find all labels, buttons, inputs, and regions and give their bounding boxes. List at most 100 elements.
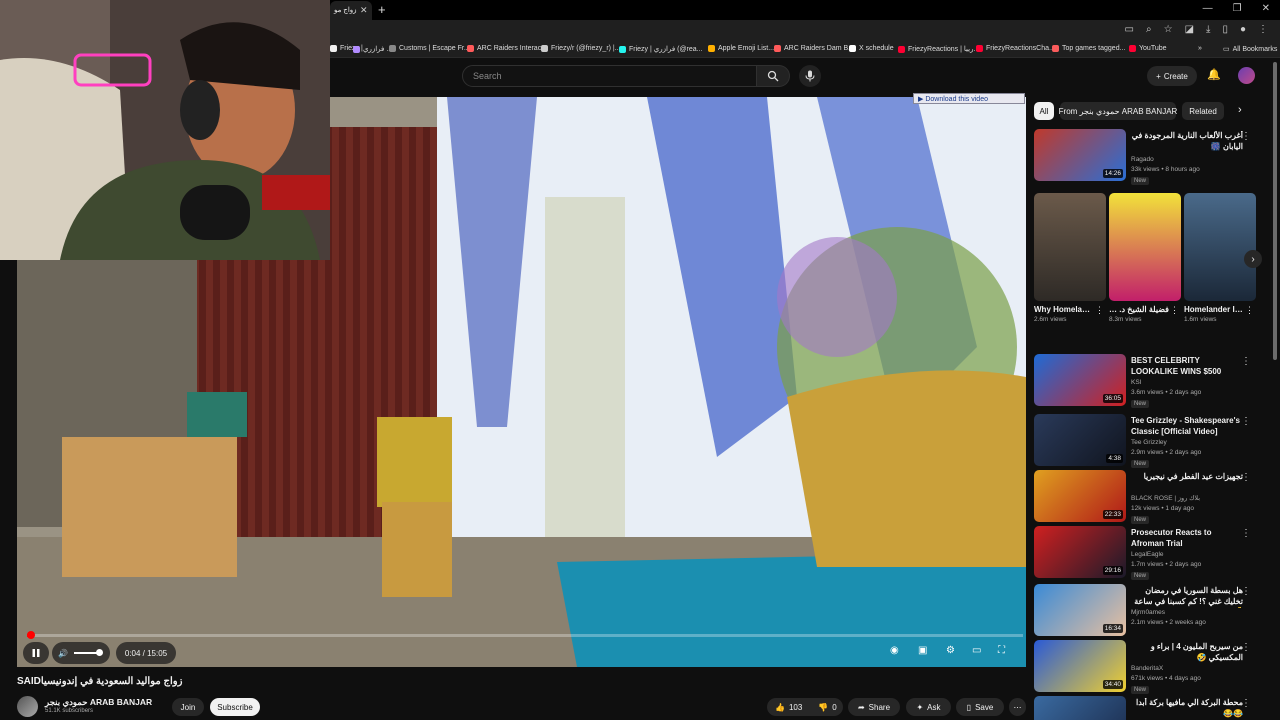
settings-gear-icon[interactable]: ⚙	[946, 645, 955, 656]
tab-close-icon[interactable]: ✕	[360, 5, 368, 16]
volume-slider[interactable]	[73, 649, 103, 656]
short-title[interactable]: فضيلة الشيخ د. عبدالله الجهني ...	[1109, 305, 1169, 314]
recommendation-item[interactable]: 36:05 BEST CELEBRITY LOOKALIKE WINS $500 K…	[1034, 354, 1260, 410]
recommendation-title[interactable]: Tee Grizzley - Shakespeare's Classic [Of…	[1131, 416, 1243, 437]
bookmark-item[interactable]: FriezyReactions | رييا...	[898, 45, 979, 53]
bookmark-item[interactable]: Apple Emoji List...	[708, 45, 774, 52]
recommendation-channel[interactable]: BanderitaX	[1131, 664, 1243, 675]
cast-icon[interactable]: ▭	[1125, 24, 1134, 35]
chip-from-channel[interactable]: From حمودي بنجر ARAB BANJAR	[1059, 102, 1177, 120]
autoplay-toggle[interactable]: ◉	[890, 645, 899, 656]
search-button[interactable]	[757, 65, 790, 87]
profile-icon[interactable]: ●	[1240, 24, 1246, 35]
short-thumbnail[interactable]	[1034, 193, 1106, 301]
sidebar-icon[interactable]: ▯	[1222, 24, 1228, 35]
recommendation-item[interactable]: 14:26 أغرب الألعاب النارية المرجودة في ا…	[1034, 129, 1260, 185]
more-options-icon[interactable]: ⋮	[1241, 698, 1251, 709]
recommendation-title[interactable]: من سيربح المليون 4 | براء و المكسيكي 🤣	[1131, 642, 1243, 663]
maximize-icon[interactable]: ❐	[1233, 3, 1242, 14]
account-avatar[interactable]	[1238, 67, 1255, 84]
bookmark-item[interactable]: FriezyReactionsCha...	[976, 45, 1055, 52]
recommendation-item[interactable]: 34:40 من سيربح المليون 4 | براء و المكسيك…	[1034, 640, 1260, 696]
bookmark-item[interactable]: Friezy | فرازري (@rea...	[619, 45, 703, 53]
short-thumbnail[interactable]	[1184, 193, 1256, 301]
chip-related[interactable]: Related	[1182, 102, 1224, 120]
recommendation-item[interactable]: 16:34 هل بسطة السوريا في رمضان تخليك غني …	[1034, 584, 1260, 640]
volume-control[interactable]: 🔊	[52, 642, 110, 664]
menu-icon[interactable]: ⋮	[1258, 24, 1268, 35]
short-item[interactable]: Why Homelander... 2.6m views ⋮	[1034, 193, 1106, 323]
minimize-icon[interactable]: —	[1203, 3, 1213, 14]
save-button[interactable]: ▯ Save	[956, 698, 1004, 716]
more-options-icon[interactable]: ⋮	[1241, 356, 1251, 367]
theater-mode-icon[interactable]: ▭	[972, 645, 981, 656]
subscribe-button[interactable]: Subscribe	[210, 698, 260, 716]
recommendation-title[interactable]: BEST CELEBRITY LOOKALIKE WINS $500	[1131, 356, 1243, 377]
short-title[interactable]: Why Homelander...	[1034, 305, 1094, 314]
more-options-icon[interactable]: ⋮	[1241, 131, 1251, 142]
more-options-icon[interactable]: ⋮	[1241, 586, 1251, 597]
close-window-icon[interactable]: ✕	[1262, 3, 1270, 14]
recommendation-thumbnail[interactable]: 14:26	[1034, 129, 1126, 181]
recommendation-thumbnail[interactable]	[1034, 696, 1126, 720]
more-options-icon[interactable]: ⋮	[1170, 305, 1179, 316]
recommendation-channel[interactable]: KSI	[1131, 378, 1243, 389]
zoom-icon[interactable]: ⌕	[1146, 24, 1152, 35]
more-actions-icon[interactable]: ⋯	[1009, 698, 1026, 716]
extensions-icon[interactable]: ◪	[1185, 24, 1194, 35]
fullscreen-icon[interactable]: ⛶	[998, 645, 1005, 656]
recommendation-channel[interactable]: Ragado	[1131, 155, 1243, 166]
more-options-icon[interactable]: ⋮	[1241, 528, 1251, 539]
recommendation-title[interactable]: أغرب الألعاب النارية المرجودة في اليابان…	[1131, 131, 1243, 152]
bookmark-item[interactable]: ARC Raiders Dam B...	[774, 45, 854, 52]
all-bookmarks[interactable]: ▭ All Bookmarks	[1223, 45, 1277, 54]
channel-avatar[interactable]	[17, 696, 38, 717]
download-banner[interactable]: ▶ Download this video	[913, 93, 1025, 104]
chips-next-icon[interactable]: ›	[1238, 104, 1242, 116]
new-tab-icon[interactable]: +	[378, 2, 386, 17]
bookmark-star-icon[interactable]: ☆	[1164, 24, 1173, 35]
recommendation-title[interactable]: تجهيزات عيد الفطر في نيجيريا	[1131, 472, 1243, 483]
shorts-next-icon[interactable]: ›	[1244, 250, 1262, 268]
recommendation-item[interactable]: 22:33 تجهيزات عيد الفطر في نيجيريا BLACK R…	[1034, 470, 1260, 526]
more-options-icon[interactable]: ⋮	[1241, 416, 1251, 427]
notifications-bell-icon[interactable]: 🔔	[1207, 68, 1221, 81]
recommendation-title[interactable]: محطة البركة الي مافيها بركة أبدا 😂😂	[1131, 698, 1243, 719]
subtitles-icon[interactable]: ▣	[918, 645, 927, 656]
bookmark-item[interactable]: X schedule	[849, 45, 894, 52]
more-options-icon[interactable]: ⋮	[1241, 472, 1251, 483]
short-item[interactable]: فضيلة الشيخ د. عبدالله الجهني ... 8.3m v…	[1109, 193, 1181, 323]
recommendation-thumbnail[interactable]: 34:40	[1034, 640, 1126, 692]
recommendation-channel[interactable]: BLACK ROSE | بلاك روز	[1131, 494, 1243, 505]
recommendation-channel[interactable]: Mjrm0ames	[1131, 608, 1243, 619]
volume-knob[interactable]	[95, 649, 103, 656]
bookmark-item[interactable]: ARC Raiders Interac...	[467, 45, 547, 52]
recommendation-thumbnail[interactable]: 16:34	[1034, 584, 1126, 636]
more-options-icon[interactable]: ⋮	[1095, 305, 1104, 316]
download-icon[interactable]: ⤓	[1206, 24, 1210, 35]
bookmark-item[interactable]: Customs | Escape Fr...	[389, 45, 470, 52]
bookmark-item[interactable]: Top games tagged...	[1052, 45, 1125, 52]
bookmark-item[interactable]: YouTube	[1129, 45, 1167, 52]
bookmark-item[interactable]: Friezy/r (@friezy_r) |...	[541, 45, 621, 52]
dislike-icon[interactable]: 👎	[818, 703, 828, 712]
ask-button[interactable]: ✦ Ask	[906, 698, 951, 716]
recommendation-item[interactable]: محطة البركة الي مافيها بركة أبدا 😂😂 ⋮	[1034, 696, 1260, 720]
like-icon[interactable]: 👍	[775, 703, 785, 712]
recommendation-thumbnail[interactable]: 4:38	[1034, 414, 1126, 466]
pause-button[interactable]	[23, 642, 49, 664]
more-options-icon[interactable]: ⋮	[1245, 305, 1254, 316]
create-button[interactable]: + Create	[1147, 66, 1197, 86]
share-button[interactable]: ➦ Share	[848, 698, 900, 716]
recommendation-title[interactable]: هل بسطة السوريا في رمضان تخليك غني ؟! كم…	[1131, 586, 1243, 608]
voice-search-button[interactable]	[799, 65, 821, 87]
recommendation-thumbnail[interactable]: 36:05	[1034, 354, 1126, 406]
recommendation-title[interactable]: Prosecutor Reacts to Afroman Trial	[1131, 528, 1243, 549]
recommendation-thumbnail[interactable]: 29:16	[1034, 526, 1126, 578]
short-thumbnail[interactable]	[1109, 193, 1181, 301]
bookmarks-overflow-icon[interactable]: »	[1198, 45, 1202, 52]
recommendation-channel[interactable]: LegalEagle	[1131, 550, 1243, 561]
join-button[interactable]: Join	[172, 698, 204, 716]
more-options-icon[interactable]: ⋮	[1241, 642, 1251, 653]
scrubber-handle[interactable]	[26, 631, 35, 639]
